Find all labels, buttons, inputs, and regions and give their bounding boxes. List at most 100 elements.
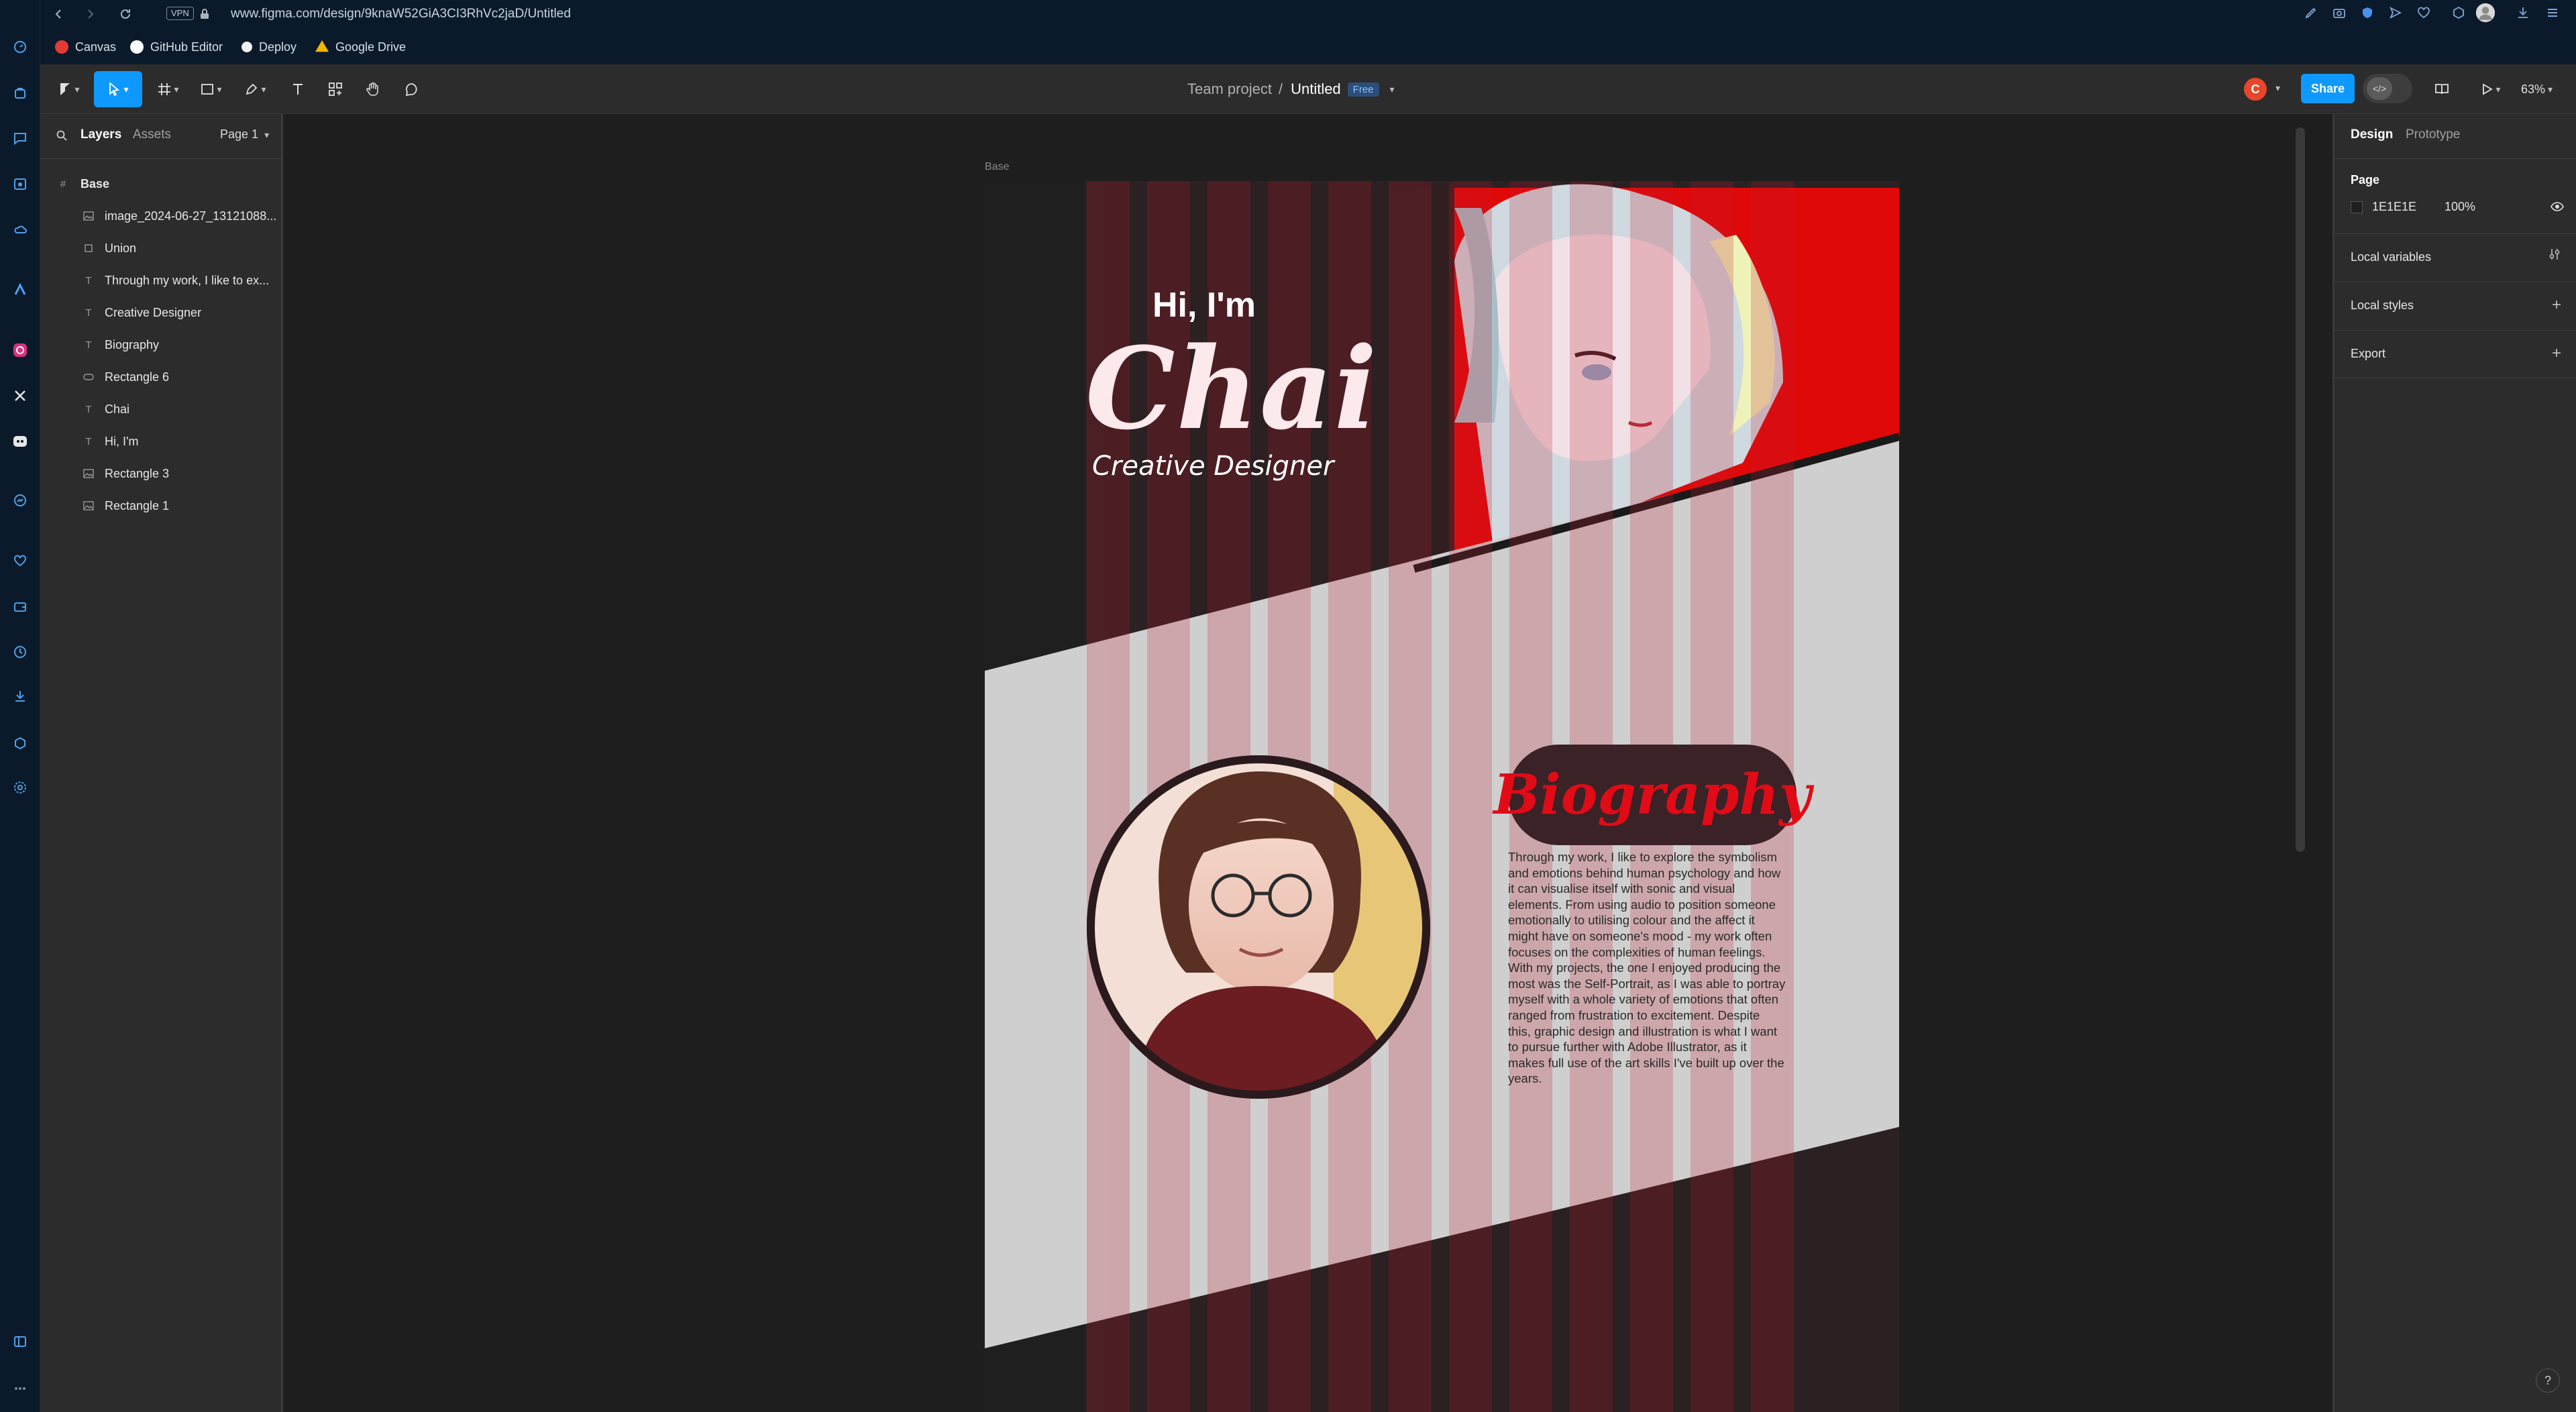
heart-outline-icon[interactable] bbox=[2414, 3, 2434, 23]
history-icon[interactable] bbox=[11, 643, 30, 661]
bio-line: might have on someone's mood - my work o… bbox=[1508, 928, 1772, 943]
present-button[interactable]: ▾ bbox=[2473, 71, 2510, 107]
cloud-icon[interactable] bbox=[11, 220, 30, 239]
layer-creative-designer[interactable]: T Creative Designer bbox=[40, 298, 281, 327]
role-subtitle[interactable]: Creative Designer bbox=[1092, 451, 1334, 482]
bio-line: to pursue further with Adobe Illustrator… bbox=[1508, 1040, 1747, 1054]
send-icon[interactable] bbox=[2385, 3, 2406, 23]
layer-biography[interactable]: T Biography bbox=[40, 330, 281, 360]
zoom-menu[interactable]: 63% ▾ bbox=[2521, 64, 2553, 114]
eye-icon[interactable] bbox=[2551, 200, 2564, 213]
discord-icon[interactable] bbox=[11, 432, 30, 451]
bio-line: myself with a whole variety of emotions … bbox=[1508, 992, 1779, 1007]
page-color-opacity[interactable]: 100% bbox=[2445, 200, 2475, 214]
reload-icon[interactable] bbox=[117, 5, 134, 23]
team-project-link[interactable]: Team project bbox=[1187, 80, 1272, 98]
heart-icon[interactable] bbox=[11, 551, 30, 570]
frame-label[interactable]: Base bbox=[985, 161, 1009, 173]
layer-image[interactable]: image_2024-06-27_13121088... bbox=[40, 201, 281, 231]
file-name[interactable]: Untitled bbox=[1291, 80, 1341, 98]
page-color-swatch[interactable] bbox=[2351, 201, 2363, 213]
export-section[interactable]: Export + bbox=[2334, 330, 2576, 378]
downloads-icon[interactable] bbox=[2513, 3, 2533, 23]
wallet-icon[interactable] bbox=[11, 597, 30, 616]
text-tool-button[interactable] bbox=[284, 71, 311, 107]
layer-union[interactable]: Union bbox=[40, 233, 281, 263]
calendar-icon[interactable] bbox=[11, 174, 30, 193]
biography-text[interactable]: Through my work, I like to explore the s… bbox=[1508, 849, 1803, 1087]
profile-avatar[interactable] bbox=[2475, 3, 2496, 23]
chevron-down-icon[interactable]: ▾ bbox=[1390, 84, 1395, 95]
extension-cube-icon[interactable] bbox=[2449, 3, 2469, 23]
zoom-level: 63% bbox=[2521, 82, 2546, 96]
vpn-badge[interactable]: VPN bbox=[166, 7, 194, 20]
plus-icon[interactable]: + bbox=[2552, 344, 2561, 363]
hand-tool-button[interactable] bbox=[360, 71, 386, 107]
library-icon[interactable] bbox=[2428, 71, 2455, 107]
speed-dial-icon[interactable] bbox=[11, 38, 30, 56]
back-icon[interactable] bbox=[50, 5, 67, 23]
comment-tool-button[interactable] bbox=[398, 71, 425, 107]
vertical-scrollbar[interactable] bbox=[2296, 127, 2305, 852]
page-selector[interactable]: Page 1 ▾ bbox=[220, 127, 269, 142]
edit-icon[interactable] bbox=[2301, 3, 2321, 23]
bookmark-github-editor[interactable]: GitHub Editor bbox=[130, 38, 223, 56]
instagram-icon[interactable] bbox=[11, 341, 30, 360]
layer-base[interactable]: # Base bbox=[40, 169, 281, 199]
arc-icon[interactable] bbox=[11, 280, 30, 299]
bag-icon[interactable] bbox=[11, 83, 30, 102]
settings-icon[interactable] bbox=[11, 778, 30, 797]
chat-icon[interactable] bbox=[11, 129, 30, 148]
layer-name: Rectangle 1 bbox=[105, 498, 170, 512]
url-field[interactable]: www.figma.com/design/9knaW52GiA3CI3RhVc2… bbox=[231, 5, 571, 23]
dev-mode-toggle[interactable]: </> bbox=[2363, 74, 2412, 103]
menu-icon[interactable] bbox=[2542, 3, 2563, 23]
main-menu-button[interactable]: ▾ bbox=[52, 71, 86, 107]
user-avatar[interactable]: C bbox=[2244, 78, 2267, 101]
x-twitter-icon[interactable] bbox=[11, 386, 30, 405]
page-color-hex[interactable]: 1E1E1E bbox=[2372, 200, 2416, 214]
local-variables-section[interactable]: Local variables bbox=[2334, 233, 2576, 282]
cube-icon[interactable] bbox=[11, 734, 30, 753]
resources-tool-button[interactable] bbox=[322, 71, 349, 107]
plan-badge[interactable]: Free bbox=[1347, 82, 1379, 97]
frame-tool-button[interactable]: ▾ bbox=[150, 71, 186, 107]
layer-name: Union bbox=[105, 241, 137, 255]
plus-icon[interactable]: + bbox=[2552, 296, 2561, 315]
tab-prototype[interactable]: Prototype bbox=[2406, 127, 2460, 142]
pen-tool-button[interactable]: ▾ bbox=[237, 71, 274, 107]
tab-assets[interactable]: Assets bbox=[133, 127, 171, 142]
local-styles-section[interactable]: Local styles + bbox=[2334, 282, 2576, 330]
messenger-icon[interactable] bbox=[11, 491, 30, 510]
layer-rectangle-1[interactable]: Rectangle 1 bbox=[40, 491, 281, 521]
more-icon[interactable] bbox=[11, 1379, 30, 1398]
base-frame[interactable]: Hi, I'm Chai Creative Designer Biography… bbox=[985, 181, 1899, 1412]
tab-design[interactable]: Design bbox=[2351, 127, 2393, 142]
layer-bio-text[interactable]: T Through my work, I like to ex... bbox=[40, 266, 281, 295]
layer-rectangle-3[interactable]: Rectangle 3 bbox=[40, 459, 281, 488]
panel-toggle-icon[interactable] bbox=[11, 1332, 30, 1351]
layer-rectangle-6[interactable]: Rectangle 6 bbox=[40, 362, 281, 392]
forward-icon[interactable] bbox=[82, 5, 99, 23]
layer-chai[interactable]: T Chai bbox=[40, 394, 281, 424]
design-canvas[interactable]: Base Hi, I'm Chai Creative Designer Biog… bbox=[283, 114, 2332, 1412]
greeting-text[interactable]: Hi, I'm bbox=[1152, 285, 1256, 325]
camera-icon[interactable] bbox=[2329, 3, 2349, 23]
bookmark-canvas[interactable]: Canvas bbox=[55, 38, 116, 56]
bookmark-deploy[interactable]: Deploy bbox=[241, 38, 297, 56]
bookmark-google-drive[interactable]: Google Drive bbox=[315, 38, 406, 56]
variables-settings-icon[interactable] bbox=[2548, 248, 2561, 261]
shape-tool-button[interactable]: ▾ bbox=[193, 71, 229, 107]
chevron-down-icon[interactable]: ▾ bbox=[2275, 83, 2280, 94]
move-tool-button[interactable]: ▾ bbox=[94, 71, 142, 107]
name-heading[interactable]: Chai bbox=[1085, 322, 1379, 455]
download-icon[interactable] bbox=[11, 687, 30, 706]
layer-hi-im[interactable]: T Hi, I'm bbox=[40, 427, 281, 456]
biography-pill[interactable]: Biography bbox=[1493, 745, 1811, 845]
share-button[interactable]: Share bbox=[2301, 74, 2355, 103]
shield-icon[interactable] bbox=[2357, 3, 2377, 23]
help-button[interactable]: ? bbox=[2536, 1368, 2560, 1393]
search-icon[interactable] bbox=[56, 130, 67, 141]
tab-layers[interactable]: Layers bbox=[80, 127, 121, 142]
lock-icon[interactable] bbox=[197, 5, 212, 23]
